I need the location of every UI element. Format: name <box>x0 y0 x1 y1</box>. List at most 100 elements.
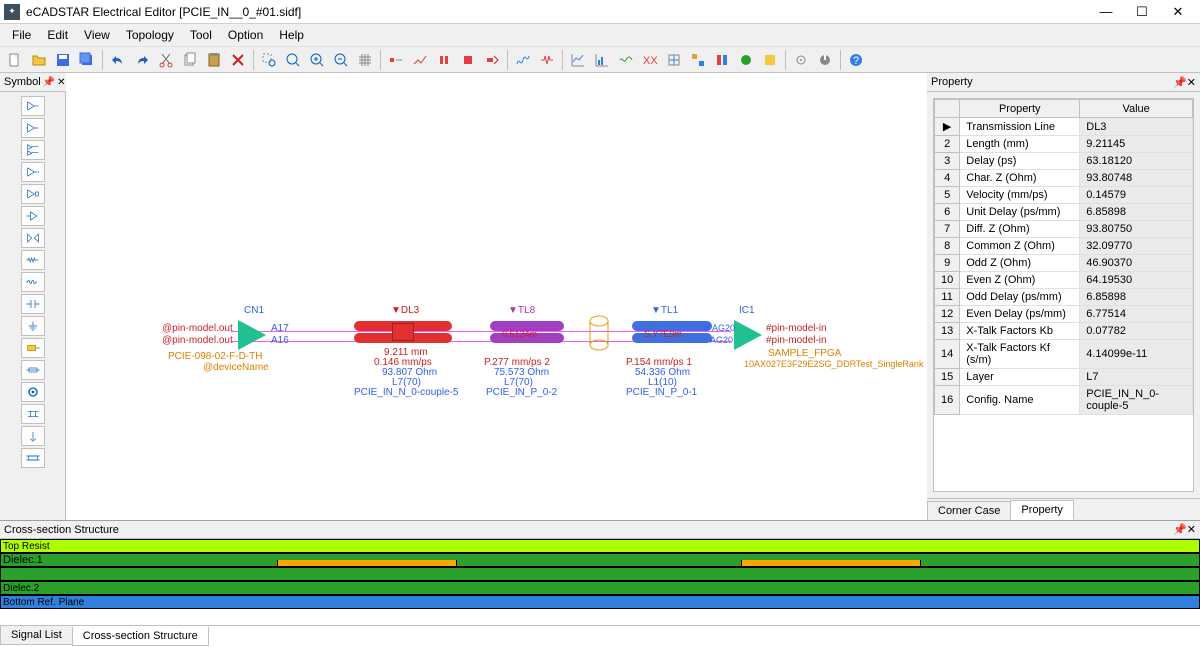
tool-delete-icon[interactable] <box>481 49 503 71</box>
symbol-receiver-icon[interactable] <box>21 206 45 226</box>
symbol-tline2-icon[interactable] <box>21 448 45 468</box>
tool-3-icon[interactable] <box>433 49 455 71</box>
chart-3-icon[interactable] <box>615 49 637 71</box>
chart-xx-icon[interactable]: XX <box>639 49 661 71</box>
tab-signal-list[interactable]: Signal List <box>0 626 73 645</box>
property-row[interactable]: 16Config. NamePCIE_IN_N_0-couple-5 <box>935 386 1193 415</box>
property-row[interactable]: 13X-Talk Factors Kb0.07782 <box>935 323 1193 340</box>
delete-icon[interactable] <box>227 49 249 71</box>
redo-icon[interactable] <box>131 49 153 71</box>
property-row[interactable]: 4Char. Z (Ohm)93.80748 <box>935 170 1193 187</box>
dev1b-label: @deviceName <box>203 362 269 373</box>
symbol-driver3-icon[interactable] <box>21 184 45 204</box>
pin-prop-icon[interactable]: 📌 <box>1173 76 1187 89</box>
property-row[interactable]: 2Length (mm)9.21145 <box>935 136 1193 153</box>
pin-icon[interactable]: 📌 <box>43 75 55 89</box>
layer-dielec1: Dielec.1 <box>0 553 1200 567</box>
chart-8-icon[interactable] <box>735 49 757 71</box>
chart-6-icon[interactable] <box>687 49 709 71</box>
chart-1-icon[interactable] <box>567 49 589 71</box>
tab-cross-section[interactable]: Cross-section Structure <box>72 626 209 646</box>
menu-file[interactable]: File <box>4 26 39 44</box>
new-icon[interactable] <box>4 49 26 71</box>
property-grid[interactable]: Property Value ▶Transmission LineDL32Len… <box>933 98 1194 492</box>
chart-2-icon[interactable] <box>591 49 613 71</box>
undo-icon[interactable] <box>107 49 129 71</box>
property-row[interactable]: 5Velocity (mm/ps)0.14579 <box>935 187 1193 204</box>
property-row[interactable]: 7Diff. Z (Ohm)93.80750 <box>935 221 1193 238</box>
menu-edit[interactable]: Edit <box>39 26 76 44</box>
chart-5-icon[interactable] <box>663 49 685 71</box>
trace-2 <box>741 560 921 566</box>
property-row[interactable]: 10Even Z (Ohm)64.19530 <box>935 272 1193 289</box>
zoom-in-icon[interactable] <box>306 49 328 71</box>
analysis-2-icon[interactable] <box>536 49 558 71</box>
symbol-driver2-icon[interactable] <box>21 162 45 182</box>
tab-corner-case[interactable]: Corner Case <box>927 501 1011 520</box>
menu-view[interactable]: View <box>76 26 118 44</box>
property-row[interactable]: 6Unit Delay (ps/mm)6.85898 <box>935 204 1193 221</box>
symbol-bidir-icon[interactable] <box>21 228 45 248</box>
property-row[interactable]: 3Delay (ps)63.18120 <box>935 153 1193 170</box>
symbol-net-icon[interactable] <box>21 404 45 424</box>
tl1-t1: S.Y7E9m <box>644 329 682 339</box>
dl3-box[interactable] <box>392 323 414 341</box>
symbol-ground-icon[interactable] <box>21 316 45 336</box>
chart-7-icon[interactable] <box>711 49 733 71</box>
close-prop-icon[interactable]: ✕ <box>1187 76 1196 89</box>
close-button[interactable]: ✕ <box>1160 0 1196 24</box>
schematic-canvas[interactable]: CN1 @pin-model.out @pin-model.out A17 A1… <box>66 73 927 520</box>
close-cs-icon[interactable]: ✕ <box>1187 523 1196 536</box>
symbol-palette <box>0 92 66 520</box>
pin-cs-icon[interactable]: 📌 <box>1173 523 1187 536</box>
property-row[interactable]: 9Odd Z (Ohm)46.90370 <box>935 255 1193 272</box>
symbol-connector-icon[interactable] <box>21 338 45 358</box>
copy-icon[interactable] <box>179 49 201 71</box>
menu-option[interactable]: Option <box>220 26 271 44</box>
fpga-sub: 10AX027E3F29E2SG_DDRTest_SingleRank <box>744 359 923 369</box>
property-row[interactable]: 8Common Z (Ohm)32.09770 <box>935 238 1193 255</box>
symbol-probe-icon[interactable] <box>21 426 45 446</box>
cut-icon[interactable] <box>155 49 177 71</box>
symbol-tline-icon[interactable] <box>21 360 45 380</box>
save-all-icon[interactable] <box>76 49 98 71</box>
maximize-button[interactable]: ☐ <box>1124 0 1160 24</box>
property-row[interactable]: ▶Transmission LineDL3 <box>935 118 1193 136</box>
tool-2-icon[interactable] <box>409 49 431 71</box>
close-panel-icon[interactable]: ✕ <box>57 75 65 89</box>
menu-tool[interactable]: Tool <box>182 26 220 44</box>
via-icon[interactable] <box>588 313 610 353</box>
property-row[interactable]: 15LayerL7 <box>935 369 1193 386</box>
paste-icon[interactable] <box>203 49 225 71</box>
grid-icon[interactable] <box>354 49 376 71</box>
tool-1-icon[interactable] <box>385 49 407 71</box>
property-row[interactable]: 12Even Delay (ps/mm)6.77514 <box>935 306 1193 323</box>
help-icon[interactable]: ? <box>845 49 867 71</box>
zoom-fit-icon[interactable] <box>282 49 304 71</box>
settings-1-icon[interactable] <box>790 49 812 71</box>
menu-help[interactable]: Help <box>271 26 312 44</box>
symbol-diff-icon[interactable] <box>21 140 45 160</box>
tool-4-icon[interactable] <box>457 49 479 71</box>
settings-2-icon[interactable] <box>814 49 836 71</box>
chart-9-icon[interactable] <box>759 49 781 71</box>
cn1-driver-icon[interactable] <box>236 318 270 352</box>
symbol-capacitor-icon[interactable] <box>21 294 45 314</box>
symbol-inductor-icon[interactable] <box>21 272 45 292</box>
menu-topology[interactable]: Topology <box>118 26 182 44</box>
property-row[interactable]: 14X-Talk Factors Kf (s/m)4.14099e-11 <box>935 340 1193 369</box>
symbol-resistor-icon[interactable] <box>21 250 45 270</box>
zoom-area-icon[interactable] <box>258 49 280 71</box>
cross-section-body[interactable]: Top Resist Dielec.1 Dielec.2 Bottom Ref.… <box>0 539 1200 625</box>
ic1-receiver-icon[interactable] <box>732 318 766 352</box>
symbol-buffer-icon[interactable] <box>21 118 45 138</box>
property-row[interactable]: 11Odd Delay (ps/mm)6.85898 <box>935 289 1193 306</box>
analysis-1-icon[interactable] <box>512 49 534 71</box>
tab-property[interactable]: Property <box>1010 500 1074 520</box>
symbol-driver-icon[interactable] <box>21 96 45 116</box>
minimize-button[interactable]: — <box>1088 0 1124 24</box>
save-icon[interactable] <box>52 49 74 71</box>
symbol-via-icon[interactable] <box>21 382 45 402</box>
open-icon[interactable] <box>28 49 50 71</box>
zoom-out-icon[interactable] <box>330 49 352 71</box>
